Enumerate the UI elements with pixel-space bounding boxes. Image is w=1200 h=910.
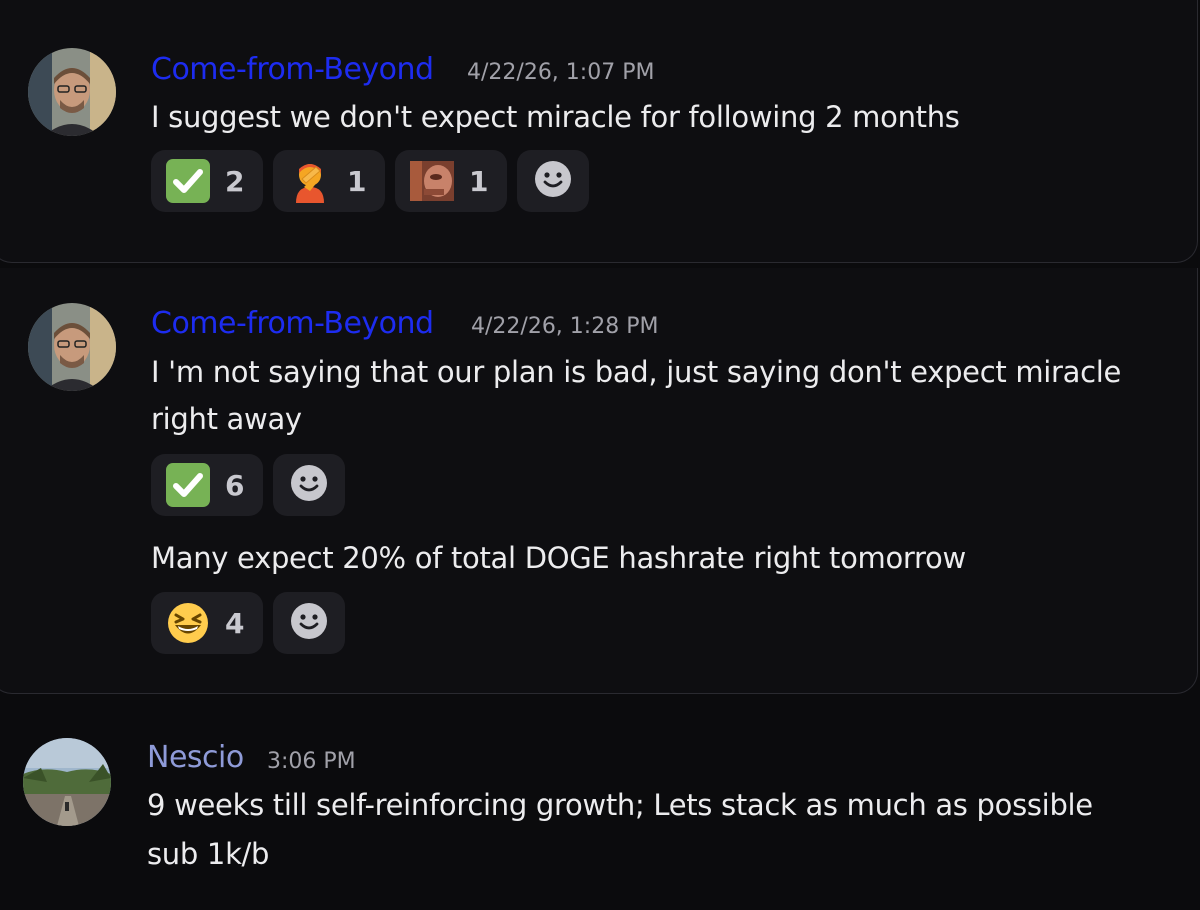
check-mark-button-icon [165,158,211,204]
reaction-count: 4 [225,606,245,640]
message-text-line: sub 1k/b [147,837,270,871]
reaction-bar: 6 [151,454,345,516]
reaction-check-mark[interactable]: 2 [151,150,263,212]
check-mark-button-icon [165,462,211,508]
custom-face-emoji-icon [409,158,455,204]
reaction-check-mark[interactable]: 6 [151,454,263,516]
chat-message-list: Come-from-Beyond 4/22/26, 1:07 PM I sugg… [0,0,1200,910]
reaction-bar: 2 1 1 [151,150,589,212]
message-author-name[interactable]: Come-from-Beyond [151,306,434,341]
message-timestamp: 3:06 PM [267,749,356,774]
add-reaction-button[interactable] [273,592,345,654]
reaction-count: 1 [469,164,489,198]
avatar[interactable] [28,48,116,136]
message-author-name[interactable]: Nescio [147,740,244,775]
reaction-count: 6 [225,468,245,502]
message-author-name[interactable]: Come-from-Beyond [151,52,434,87]
avatar[interactable] [23,738,111,826]
person-facepalming-icon [287,158,333,204]
grinning-squinting-face-icon [165,600,211,646]
reaction-count: 2 [225,164,245,198]
add-reaction-icon [290,464,328,506]
reaction-custom-face[interactable]: 1 [395,150,507,212]
user-avatar-photo [23,738,111,826]
reaction-count: 1 [347,164,367,198]
message-text: Many expect 20% of total DOGE hashrate r… [151,541,966,575]
message-text-line: right away [151,402,302,436]
message-timestamp: 4/22/26, 1:28 PM [471,314,659,339]
user-avatar-photo [28,48,116,136]
avatar[interactable] [28,303,116,391]
user-avatar-photo [28,303,116,391]
add-reaction-icon [290,602,328,644]
message-timestamp: 4/22/26, 1:07 PM [467,60,655,85]
add-reaction-button[interactable] [273,454,345,516]
message-text: I suggest we don't expect miracle for fo… [151,100,960,134]
reaction-facepalm[interactable]: 1 [273,150,385,212]
reaction-bar: 4 [151,592,345,654]
message-text-line: 9 weeks till self-reinforcing growth; Le… [147,788,1093,822]
message-text-line: I 'm not saying that our plan is bad, ju… [151,355,1122,389]
add-reaction-button[interactable] [517,150,589,212]
reaction-laughing[interactable]: 4 [151,592,263,654]
add-reaction-icon [534,160,572,202]
